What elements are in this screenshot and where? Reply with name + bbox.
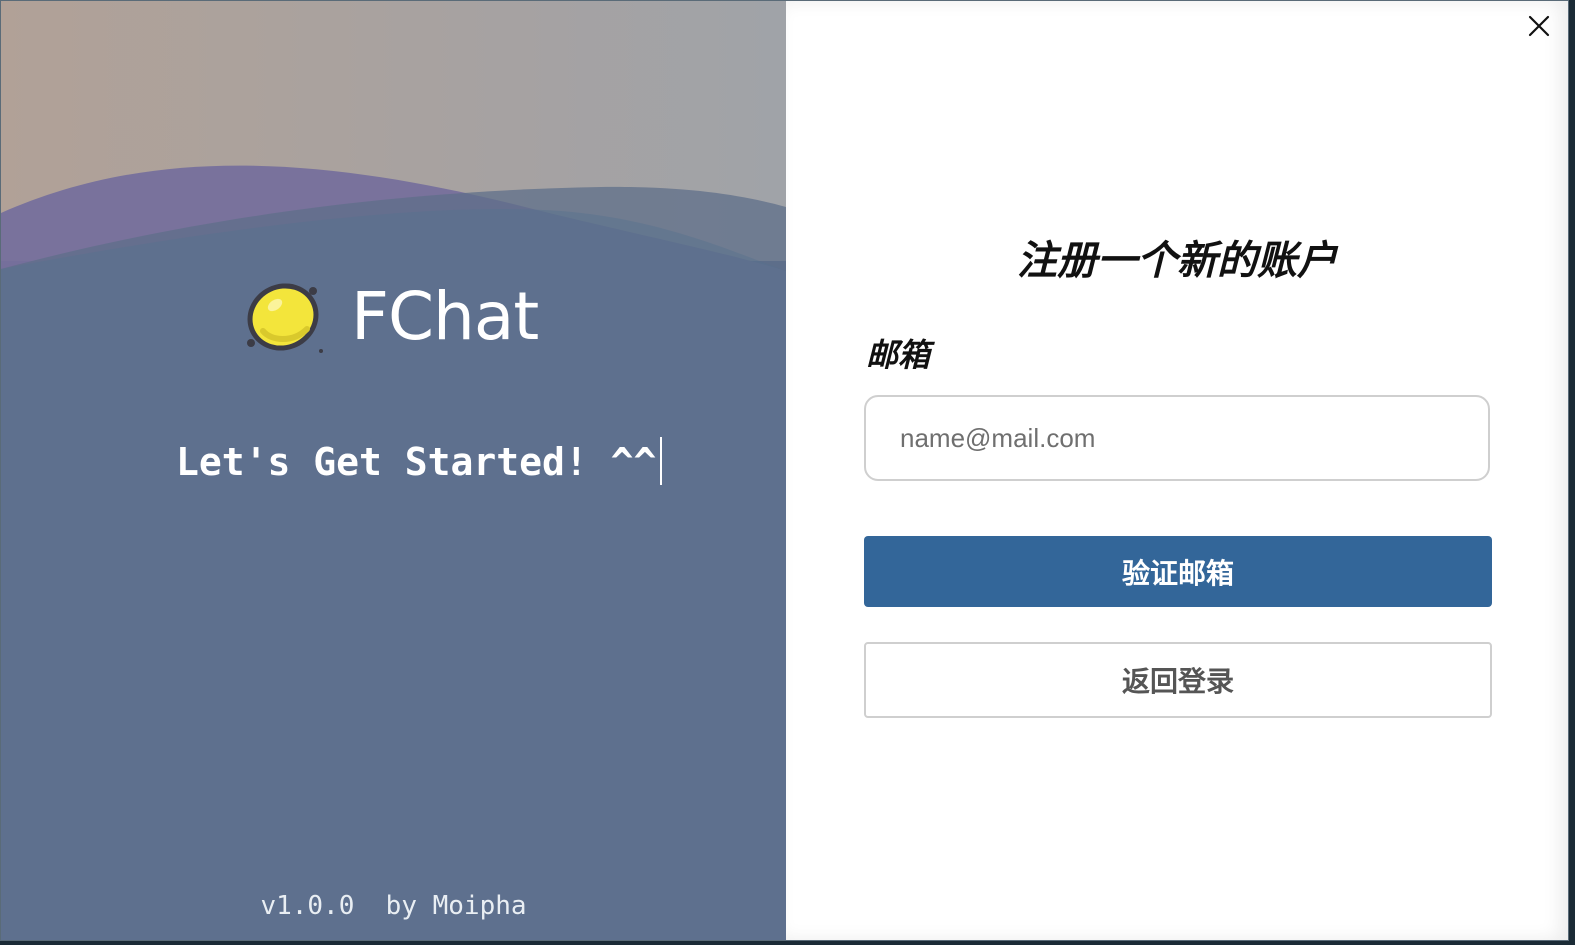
register-panel: 注册一个新的账户 邮箱 验证邮箱 返回登录: [786, 1, 1568, 940]
welcome-panel: FChat Let's Get Started! ^^ v1.0.0 by Mo…: [1, 1, 786, 940]
page-title: 注册一个新的账户: [1017, 238, 1337, 284]
version-credit: v1.0.0 by Moipha: [260, 891, 527, 921]
email-label: 邮箱: [866, 336, 931, 374]
email-field[interactable]: [864, 395, 1490, 481]
back-to-login-button[interactable]: 返回登录: [864, 642, 1492, 718]
app-window: FChat Let's Get Started! ^^ v1.0.0 by Mo…: [0, 0, 1569, 941]
tagline-text: Let's Get Started! ^^: [176, 440, 657, 484]
verify-email-button[interactable]: 验证邮箱: [864, 536, 1492, 607]
app-name: FChat: [351, 278, 539, 355]
close-icon[interactable]: [1524, 11, 1554, 41]
lemon-icon: [247, 283, 323, 353]
brand-logo: FChat: [241, 277, 539, 357]
welcome-tagline: Let's Get Started! ^^: [176, 437, 663, 487]
typing-caret: [660, 437, 663, 485]
